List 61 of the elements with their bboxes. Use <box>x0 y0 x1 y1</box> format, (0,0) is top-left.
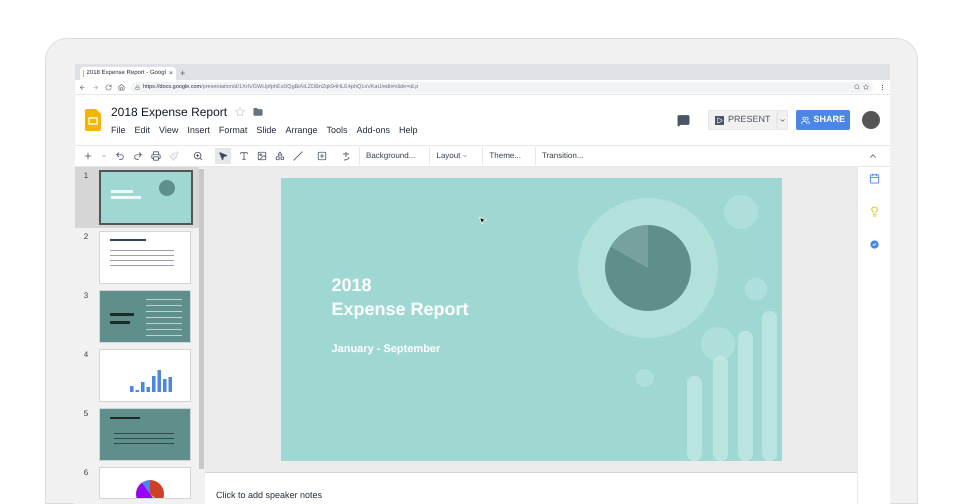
zoom-icon[interactable] <box>193 151 203 161</box>
slide-title: Expense Report <box>332 298 469 321</box>
comments-icon[interactable] <box>676 114 690 126</box>
caret-icon <box>779 116 786 124</box>
back-icon[interactable] <box>79 84 86 90</box>
slides-logo-icon <box>85 109 101 131</box>
slide-thumbnail-row[interactable]: 1 <box>75 167 199 228</box>
line-icon[interactable] <box>293 151 303 161</box>
slide-subtitle: January - September <box>332 342 442 357</box>
home-icon[interactable] <box>118 84 125 90</box>
toolbar-button[interactable]: Layout <box>429 147 474 165</box>
image-icon[interactable] <box>257 151 267 161</box>
scrollbar[interactable] <box>199 169 204 469</box>
menu-item[interactable]: Edit <box>134 124 150 138</box>
menu-item[interactable]: Help <box>399 124 418 138</box>
undo-icon[interactable] <box>115 151 125 161</box>
pointer-icon <box>218 151 228 161</box>
menu-item[interactable]: View <box>159 124 178 138</box>
search-icon[interactable] <box>854 84 860 90</box>
calendar-icon[interactable] <box>868 173 880 184</box>
menu-icon[interactable] <box>879 84 886 90</box>
present-button[interactable]: PRESENT <box>708 110 778 130</box>
lock-icon <box>135 84 140 90</box>
menu-item[interactable]: Arrange <box>285 124 318 138</box>
toolbar-button[interactable]: Background... <box>359 147 422 165</box>
redo-icon[interactable] <box>133 151 143 161</box>
menu-item[interactable]: Insert <box>187 124 210 138</box>
new-tab-button[interactable]: + <box>180 69 186 78</box>
comment-add-icon[interactable] <box>317 151 327 161</box>
toolbar-button[interactable]: Transition... <box>534 147 590 165</box>
share-button[interactable]: SHARE <box>796 110 850 130</box>
slide-year: 2018 <box>332 274 373 297</box>
print-icon[interactable] <box>151 151 161 161</box>
document-title[interactable]: 2018 Expense Report <box>111 102 228 121</box>
select-tool[interactable] <box>215 148 231 164</box>
people-icon <box>801 116 810 124</box>
slide-number: 2 <box>82 231 90 243</box>
slide-number: 3 <box>82 290 90 302</box>
reload-icon[interactable] <box>105 84 112 90</box>
shape-icon[interactable] <box>275 151 285 161</box>
speaker-notes-field[interactable]: Click to add speaker notes <box>216 490 322 500</box>
mouse-cursor-icon <box>478 215 486 226</box>
slide-number: 1 <box>82 170 90 182</box>
slide-number: 5 <box>82 408 90 420</box>
star-icon[interactable] <box>863 84 869 90</box>
avatar[interactable] <box>862 111 880 129</box>
menu-item[interactable]: Slide <box>256 124 276 138</box>
menu-item[interactable]: Format <box>218 124 248 138</box>
menu-item[interactable]: Add-ons <box>356 124 390 138</box>
play-icon <box>714 116 724 124</box>
slide-number: 6 <box>82 467 90 479</box>
folder-icon[interactable] <box>253 106 264 117</box>
new-slide-icon[interactable] <box>83 151 93 161</box>
slide-number: 4 <box>82 349 90 361</box>
text-box-icon[interactable] <box>239 151 249 161</box>
menu-item[interactable]: File <box>111 124 126 138</box>
input-tools-icon[interactable] <box>341 151 351 161</box>
toolbar-button[interactable]: Theme... <box>482 147 527 165</box>
menu-item[interactable]: Tools <box>326 124 348 138</box>
check-icon[interactable] <box>868 239 880 250</box>
caret-icon <box>462 153 468 159</box>
